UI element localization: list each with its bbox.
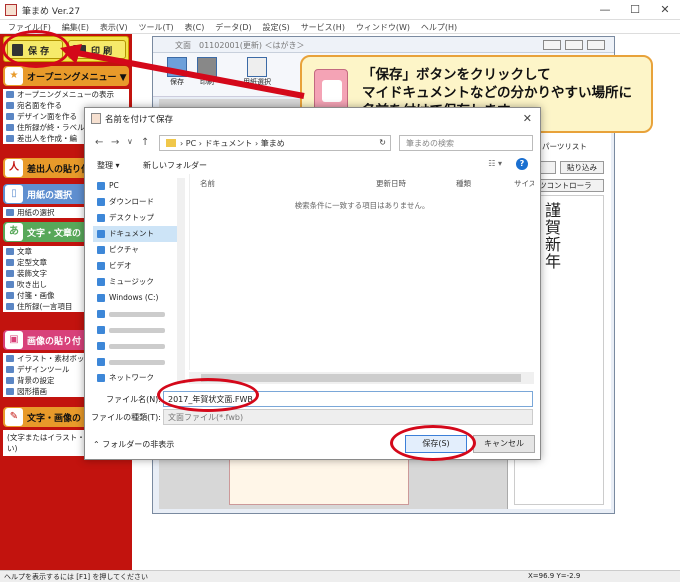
close-button[interactable]: ✕ xyxy=(650,2,680,18)
textimg-label: 文字・画像の xyxy=(27,414,82,424)
doc-close-button[interactable] xyxy=(587,40,605,50)
nav-item-windows-c[interactable]: Windows (C:) xyxy=(93,290,185,306)
new-folder-button[interactable]: 新しいフォルダー xyxy=(143,160,207,171)
nav-item-hidden[interactable] xyxy=(93,306,185,322)
sender-icon: 人 xyxy=(5,159,23,177)
refresh-icon[interactable]: ↻ xyxy=(379,138,386,147)
app-title: 筆まめ Ver.27 xyxy=(22,7,81,17)
parts-paste-button[interactable]: 貼り込み xyxy=(560,161,604,174)
menu-data[interactable]: データ(D) xyxy=(215,22,251,33)
column-modified[interactable]: 更新日時 xyxy=(376,178,406,189)
parts-list-title: パーツリスト xyxy=(542,142,587,151)
dialog-command-bar: 整理 ▾ 新しいフォルダー ☷ ▾ ? xyxy=(85,156,540,174)
title-bar: 筆まめ Ver.27 — ☐ ✕ xyxy=(0,0,680,20)
nav-item-hidden[interactable] xyxy=(93,354,185,370)
file-list: 名前 更新日時 種類 サイズ 検索条件に一致する項目はありません。 xyxy=(189,174,534,370)
dialog-title-bar: 名前を付けて保存 ✕ xyxy=(85,108,540,130)
app-icon xyxy=(5,4,17,16)
paper-icon: ▯ xyxy=(5,185,23,203)
hide-folders-toggle[interactable]: ⌃ フォルダーの非表示 xyxy=(93,439,174,450)
search-input[interactable]: 筆まめの検索 xyxy=(399,135,533,151)
filename-label: ファイル名(N): xyxy=(106,395,161,404)
up-arrow-icon[interactable]: ↑ xyxy=(141,137,149,148)
column-type[interactable]: 種類 xyxy=(456,178,471,189)
maximize-button[interactable]: ☐ xyxy=(620,2,650,18)
pointer-arrow xyxy=(60,44,305,99)
status-coordinates: X=96.9 Y=-2.9 xyxy=(528,572,581,580)
menu-window[interactable]: ウィンドウ(W) xyxy=(356,22,410,33)
nav-item-hidden[interactable] xyxy=(93,338,185,354)
column-name[interactable]: 名前 xyxy=(200,178,215,189)
nav-item-pc[interactable]: PC xyxy=(93,178,185,194)
nav-item-hidden[interactable] xyxy=(93,322,185,338)
nav-scrollbar[interactable] xyxy=(177,178,185,384)
paper-label: 用紙の選択 xyxy=(27,191,73,201)
minimize-button[interactable]: — xyxy=(590,2,620,18)
recent-dropdown-icon[interactable]: ∨ xyxy=(127,137,133,146)
menu-settings[interactable]: 設定(S) xyxy=(262,22,289,33)
forward-arrow-icon[interactable]: → xyxy=(111,137,119,148)
nav-item-music[interactable]: ミュージック xyxy=(93,274,185,290)
sender-label: 差出人の貼り付 xyxy=(27,165,91,175)
folder-icon xyxy=(166,139,176,147)
text-icon: あ xyxy=(5,223,23,241)
menu-bar: ファイル(F) 編集(E) 表示(V) ツール(T) 表(C) データ(D) 設… xyxy=(0,20,680,34)
help-icon[interactable]: ? xyxy=(516,158,528,170)
back-arrow-icon[interactable]: ← xyxy=(95,137,103,148)
address-bar[interactable]: › PC › ドキュメント › 筆まめ ↻ xyxy=(159,135,391,151)
status-bar: ヘルプを表示するには [F1] を押してください X=96.9 Y=-2.9 xyxy=(0,570,680,582)
menu-edit[interactable]: 編集(E) xyxy=(62,22,89,33)
highlight-save-button xyxy=(390,425,476,461)
save-dialog: 名前を付けて保存 ✕ ← → ∨ ↑ › PC › ドキュメント › 筆まめ ↻… xyxy=(84,107,541,460)
menu-table[interactable]: 表(C) xyxy=(185,22,205,33)
view-options-icon[interactable]: ☷ ▾ xyxy=(488,159,502,168)
dialog-cancel-button[interactable]: キャンセル xyxy=(473,435,535,453)
status-help-text: ヘルプを表示するには [F1] を押してください xyxy=(4,573,148,581)
image-icon: ▣ xyxy=(5,331,23,349)
nav-item-videos[interactable]: ビデオ xyxy=(93,258,185,274)
text-label: 文字・文章の xyxy=(27,229,82,239)
highlight-save xyxy=(2,30,70,68)
organize-button[interactable]: 整理 ▾ xyxy=(97,160,120,171)
app-icon xyxy=(91,113,101,124)
menu-view[interactable]: 表示(V) xyxy=(100,22,128,33)
dialog-close-icon[interactable]: ✕ xyxy=(523,112,532,125)
dialog-title: 名前を付けて保存 xyxy=(105,115,174,125)
nav-item-downloads[interactable]: ダウンロード xyxy=(93,194,185,210)
scroll-thumb[interactable] xyxy=(201,374,521,382)
navigation-pane: PC ダウンロード デスクトップ ドキュメント ピクチャ ビデオ ミュージック … xyxy=(93,178,185,384)
menu-service[interactable]: サービス(H) xyxy=(301,22,345,33)
image-label: 画像の貼り付 xyxy=(27,337,82,347)
menu-help[interactable]: ヘルプ(H) xyxy=(421,22,457,33)
textimg-icon: ✎ xyxy=(5,408,23,426)
empty-message: 検索条件に一致する項目はありません。 xyxy=(294,201,430,210)
menu-tools[interactable]: ツール(T) xyxy=(138,22,173,33)
nav-item-documents[interactable]: ドキュメント xyxy=(93,226,185,242)
dialog-nav-bar: ← → ∨ ↑ › PC › ドキュメント › 筆まめ ↻ 筆まめの検索 xyxy=(85,132,540,154)
column-size[interactable]: サイズ xyxy=(514,178,534,189)
doc-maximize-button[interactable] xyxy=(565,40,583,50)
highlight-filename xyxy=(157,378,259,412)
nav-item-desktop[interactable]: デスクトップ xyxy=(93,210,185,226)
filetype-label: ファイルの種類(T): xyxy=(91,413,161,422)
nenga-text: 謹賀新年 xyxy=(545,201,562,271)
doc-minimize-button[interactable] xyxy=(543,40,561,50)
nav-item-pictures[interactable]: ピクチャ xyxy=(93,242,185,258)
star-icon: ★ xyxy=(5,67,23,85)
